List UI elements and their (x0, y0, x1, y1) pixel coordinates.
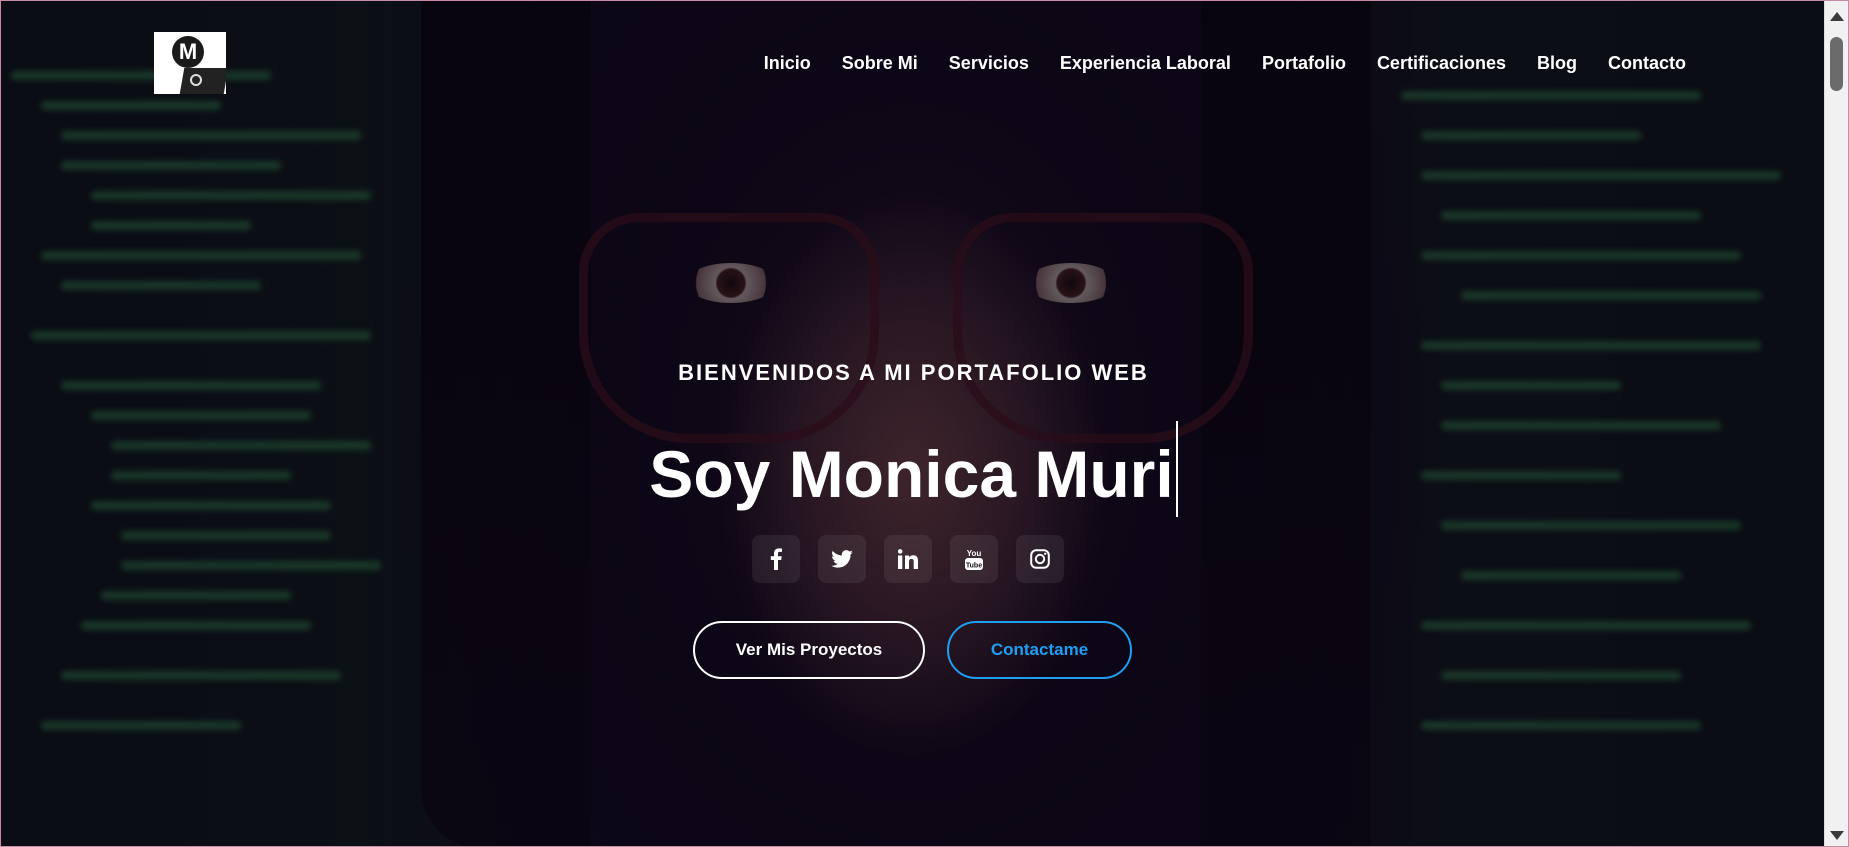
linkedin-link[interactable] (884, 535, 932, 583)
main-nav: Inicio Sobre Mi Servicios Experiencia La… (764, 52, 1686, 74)
nav-blog[interactable]: Blog (1537, 52, 1577, 74)
hero-welcome-text: BIENVENIDOS A MI PORTAFOLIO WEB (678, 360, 1149, 385)
nav-sobre-mi[interactable]: Sobre Mi (842, 52, 918, 74)
site-logo[interactable]: M (154, 32, 226, 94)
facebook-icon (770, 548, 782, 570)
headline-prefix: Soy (649, 437, 771, 511)
scroll-thumb[interactable] (1830, 37, 1843, 91)
twitter-link[interactable] (818, 535, 866, 583)
browser-viewport: M Inicio Sobre Mi Servicios Experiencia … (0, 0, 1849, 847)
svg-text:You: You (967, 549, 982, 558)
instagram-link[interactable] (1016, 535, 1064, 583)
headline-name: Monica Muri (788, 437, 1174, 511)
view-projects-button[interactable]: Ver Mis Proyectos (693, 621, 925, 679)
nav-contacto[interactable]: Contacto (1608, 52, 1686, 74)
logo-band (179, 68, 226, 94)
nav-certificaciones[interactable]: Certificaciones (1377, 52, 1506, 74)
svg-text:Tube: Tube (966, 563, 982, 570)
scroll-down-arrow-icon[interactable] (1825, 826, 1848, 844)
nav-portafolio[interactable]: Portafolio (1262, 52, 1346, 74)
facebook-link[interactable] (752, 535, 800, 583)
linkedin-icon (898, 549, 918, 569)
youtube-link[interactable]: You Tube (950, 535, 998, 583)
logo-mark-icon (190, 74, 202, 86)
logo-letter: M (172, 36, 204, 68)
typing-caret (1175, 421, 1178, 517)
nav-servicios[interactable]: Servicios (949, 52, 1029, 74)
hero-headline: Soy Monica Muri (1, 421, 1826, 517)
nav-experiencia-laboral[interactable]: Experiencia Laboral (1060, 52, 1231, 74)
social-links: You Tube (752, 535, 1064, 583)
twitter-icon (831, 550, 853, 568)
instagram-icon (1030, 549, 1050, 569)
youtube-icon: You Tube (965, 549, 983, 570)
scroll-up-arrow-icon[interactable] (1825, 7, 1848, 25)
page-scrollbar[interactable] (1824, 1, 1848, 846)
nav-inicio[interactable]: Inicio (764, 52, 811, 74)
contact-button[interactable]: Contactame (947, 621, 1132, 679)
